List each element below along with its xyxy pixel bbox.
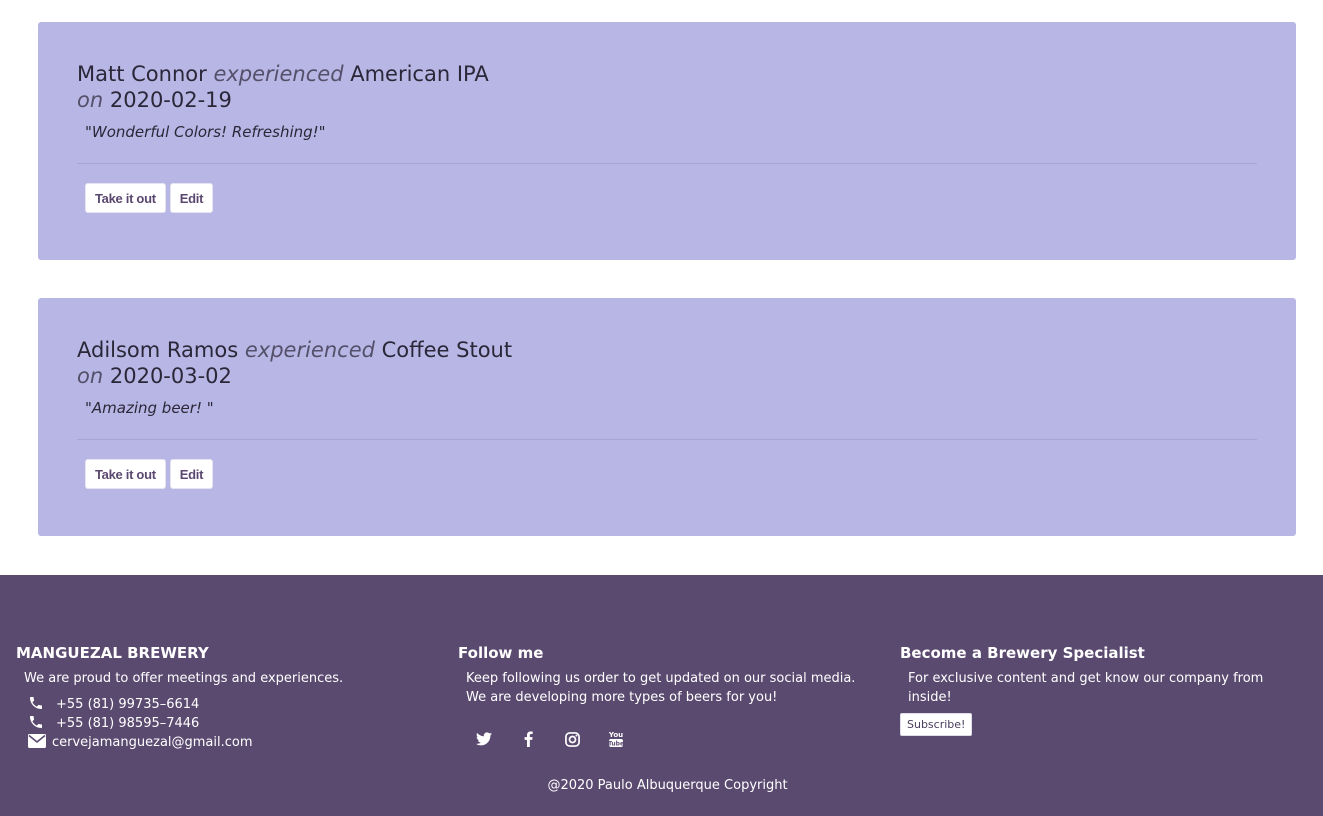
- footer: MANGUEZAL BREWERY We are proud to offer …: [0, 575, 1323, 816]
- experience-date: 2020-03-02: [109, 364, 232, 388]
- instagram-icon[interactable]: [561, 729, 583, 749]
- experience-user: Matt Connor: [77, 62, 207, 86]
- footer-specialist: Become a Brewery Specialist For exclusiv…: [900, 643, 1310, 736]
- footer-follow: Follow me Keep following us order to get…: [458, 643, 858, 749]
- email-address[interactable]: cervejamanguezal@gmail.com: [52, 735, 253, 750]
- edit-button[interactable]: Edit: [169, 459, 214, 489]
- svg-text:Tube: Tube: [608, 741, 624, 748]
- experience-user: Adilsom Ramos: [77, 338, 239, 362]
- experience-comment: "Wonderful Colors! Refreshing!": [85, 123, 326, 141]
- take-it-out-button[interactable]: Take it out: [85, 459, 166, 489]
- take-it-out-button[interactable]: Take it out: [85, 183, 166, 213]
- experience-title: Adilsom Ramos experienced Coffee Stout o…: [77, 337, 512, 389]
- experience-beer: Coffee Stout: [381, 338, 513, 362]
- experience-card: Adilsom Ramos experienced Coffee Stout o…: [38, 298, 1296, 536]
- experience-card: Matt Connor experienced American IPA on …: [38, 22, 1296, 260]
- specialist-text: For exclusive content and get know our c…: [908, 671, 1264, 705]
- facebook-icon[interactable]: [517, 729, 539, 749]
- experience-verb: experienced: [244, 338, 375, 362]
- phone-number: +55 (81) 98595–7446: [56, 716, 200, 731]
- subscribe-button[interactable]: Subscribe!: [900, 713, 973, 736]
- youtube-icon[interactable]: You Tube: [605, 729, 627, 749]
- experience-on: on: [77, 364, 104, 388]
- divider: [77, 163, 1257, 164]
- follow-title: Follow me: [458, 644, 544, 662]
- copyright-text: @2020 Paulo Albuquerque Copyright: [547, 778, 788, 793]
- phone-number: +55 (81) 99735–6614: [56, 697, 200, 712]
- experience-verb: experienced: [213, 62, 344, 86]
- phone-contact: +55 (81) 99735–6614: [28, 695, 436, 714]
- footer-about: MANGUEZAL BREWERY We are proud to offer …: [16, 643, 436, 752]
- follow-text: Keep following us order to get updated o…: [466, 671, 856, 705]
- svg-text:You: You: [608, 731, 623, 739]
- experience-on: on: [77, 88, 104, 112]
- experience-beer: American IPA: [350, 62, 489, 86]
- about-text: We are proud to offer meetings and exper…: [24, 671, 344, 686]
- email-contact: cervejamanguezal@gmail.com: [28, 733, 436, 752]
- twitter-icon[interactable]: [473, 729, 495, 749]
- phone-icon: [28, 695, 56, 715]
- experience-title: Matt Connor experienced American IPA on …: [77, 61, 489, 113]
- phone-contact: +55 (81) 98595–7446: [28, 714, 436, 733]
- experience-date: 2020-02-19: [109, 88, 232, 112]
- edit-button[interactable]: Edit: [169, 183, 214, 213]
- experience-comment: "Amazing beer! ": [85, 399, 214, 417]
- brewery-title: MANGUEZAL BREWERY: [16, 644, 209, 662]
- divider: [77, 439, 1257, 440]
- phone-icon: [28, 714, 56, 734]
- envelope-icon: [28, 733, 52, 752]
- specialist-title: Become a Brewery Specialist: [900, 644, 1145, 662]
